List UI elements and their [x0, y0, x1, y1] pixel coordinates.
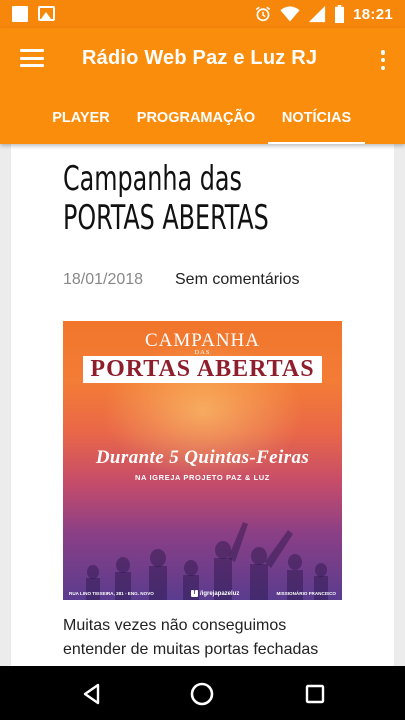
tab-player[interactable]: PLAYER — [40, 98, 122, 144]
wifi-icon — [280, 6, 300, 22]
app-bar: Rádio Web Paz e Luz RJ PLAYER PROGRAMAÇÃ… — [0, 28, 405, 144]
home-icon[interactable] — [189, 681, 215, 707]
more-options-icon[interactable] — [379, 50, 387, 70]
image-icon — [38, 6, 55, 21]
hamburger-menu-icon[interactable] — [20, 49, 44, 67]
post-title-line1: Campanha das — [63, 159, 242, 199]
tab-programacao[interactable]: PROGRAMAÇÃO — [130, 98, 262, 144]
poster-durante: Durante 5 Quintas-Feiras — [95, 447, 310, 468]
back-icon[interactable] — [79, 681, 105, 707]
poster-address: RUA LINO TEIXEIRA, 381 - ENG. NOVO — [69, 591, 154, 596]
post-card: Campanha das PORTAS ABERTAS 18/01/2018 S… — [11, 144, 394, 666]
facebook-icon: f — [191, 590, 198, 597]
poster-portas-abertas: PORTAS ABERTAS — [90, 356, 315, 382]
post-title[interactable]: Campanha das PORTAS ABERTAS — [63, 160, 297, 238]
signal-icon — [309, 5, 326, 23]
content-area: Campanha das PORTAS ABERTAS 18/01/2018 S… — [0, 144, 405, 666]
status-bar: 18:21 — [0, 0, 405, 28]
poster-igreja: NA IGREJA PROJETO PAZ & LUZ — [135, 473, 270, 482]
post-image[interactable]: CAMPANHA DAS PORTAS ABERTAS Durante 5 Qu… — [63, 321, 342, 600]
tab-noticias[interactable]: NOTÍCIAS — [268, 98, 365, 144]
poster-footer: RUA LINO TEIXEIRA, 381 - ENG. NOVO f/igr… — [63, 590, 342, 597]
notification-square-icon — [12, 6, 28, 22]
post-title-line2: PORTAS ABERTAS — [63, 198, 269, 238]
poster-missionary: MISSIONÁRIO FRANCISCO — [276, 591, 336, 596]
post-body-text: Muitas vezes não conseguimos entender de… — [63, 617, 319, 658]
battery-icon — [335, 5, 345, 23]
poster-das: DAS — [194, 349, 211, 356]
alarm-icon — [255, 6, 271, 22]
app-title: Rádio Web Paz e Luz RJ — [82, 47, 318, 69]
tab-bar: PLAYER PROGRAMAÇÃO NOTÍCIAS — [0, 98, 405, 144]
navigation-bar — [0, 666, 405, 720]
post-date: 18/01/2018 — [63, 271, 144, 288]
status-time: 18:21 — [353, 5, 393, 23]
recents-icon[interactable] — [302, 681, 328, 707]
post-comments-link[interactable]: Sem comentários — [175, 271, 300, 289]
crowd-silhouette-image — [86, 522, 328, 600]
poster-facebook: /igrejapazeluz — [200, 590, 240, 597]
